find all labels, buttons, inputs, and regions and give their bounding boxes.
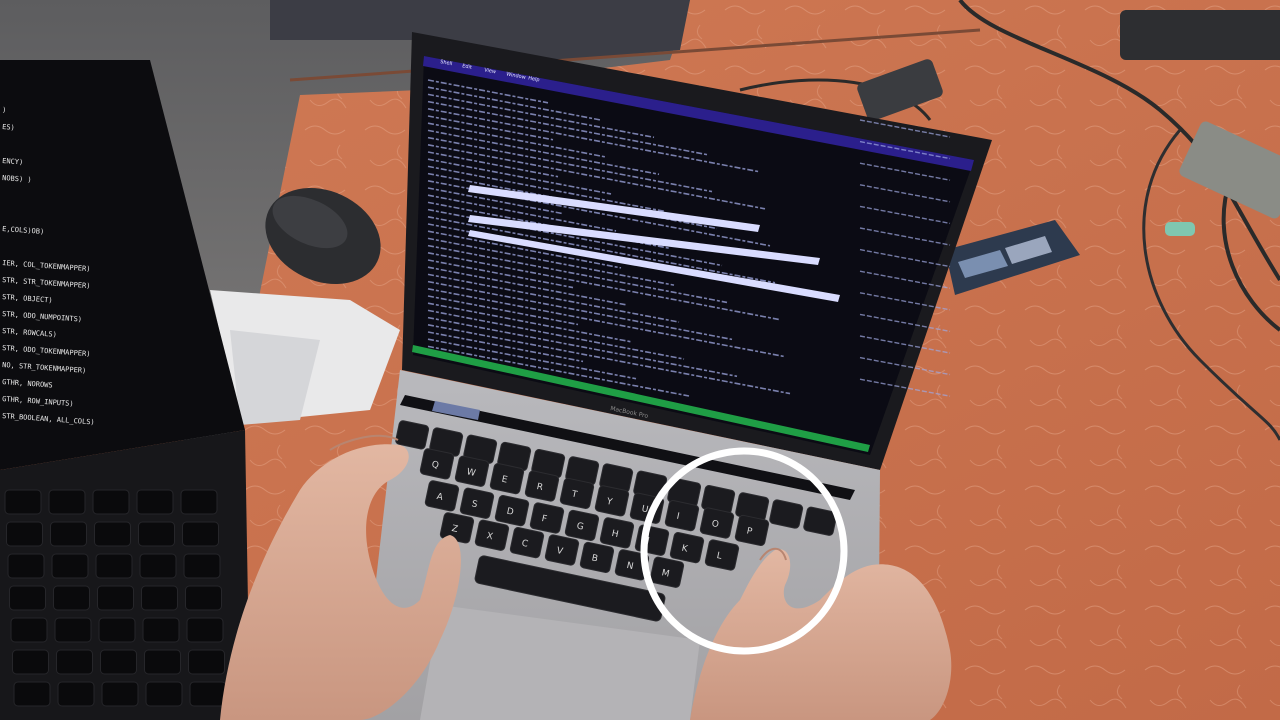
left-laptop-key xyxy=(6,521,43,547)
left-laptop-key xyxy=(101,681,139,707)
left-laptop-key xyxy=(54,617,92,643)
device-box xyxy=(1120,10,1280,60)
left-laptop-key xyxy=(92,489,130,515)
left-laptop-key xyxy=(100,649,137,675)
left-laptop-key xyxy=(95,553,133,579)
left-laptop-key xyxy=(185,585,222,611)
left-laptop-key xyxy=(56,649,93,675)
left-laptop-key xyxy=(188,649,225,675)
left-laptop-key xyxy=(139,553,177,579)
left-laptop-key xyxy=(97,585,134,611)
left-laptop-key xyxy=(48,489,86,515)
left-laptop-key xyxy=(186,617,224,643)
left-laptop-key xyxy=(12,649,49,675)
left-laptop-key xyxy=(4,489,42,515)
left-laptop-key xyxy=(9,585,46,611)
left-laptop-key xyxy=(10,617,48,643)
photo-scene: ) ES) ENCY) NOBS) ) E,COLS)OB) IER, COL_TOKEN… xyxy=(0,0,1280,720)
key-i[interactable] xyxy=(664,500,700,532)
left-laptop-key xyxy=(138,521,175,547)
green-connector xyxy=(1165,222,1195,236)
left-laptop-key xyxy=(180,489,218,515)
left-laptop-key xyxy=(141,585,178,611)
left-laptop-key xyxy=(145,681,183,707)
left-terminal-line: ENCY) xyxy=(2,157,24,166)
left-laptop-key xyxy=(94,521,131,547)
left-laptop-key xyxy=(7,553,45,579)
left-laptop-key xyxy=(142,617,180,643)
photo-svg: )ES)ENCY)NOBS) )E,COLS)OB)IER, COL_TOKEN… xyxy=(0,0,1280,720)
left-laptop-key xyxy=(182,521,219,547)
left-laptop-key xyxy=(51,553,89,579)
left-laptop-key xyxy=(13,681,51,707)
left-laptop-key xyxy=(53,585,90,611)
left-terminal-line: ES) xyxy=(2,123,15,132)
left-laptop-keys xyxy=(4,489,227,707)
left-laptop-key xyxy=(144,649,181,675)
left-laptop-key xyxy=(189,681,227,707)
left-laptop-key xyxy=(183,553,221,579)
left-terminal-line: ) xyxy=(2,106,7,114)
left-laptop-key xyxy=(57,681,95,707)
left-laptop-key xyxy=(98,617,136,643)
left-laptop-key xyxy=(136,489,174,515)
key-j[interactable] xyxy=(634,524,670,556)
left-laptop-key xyxy=(50,521,87,547)
